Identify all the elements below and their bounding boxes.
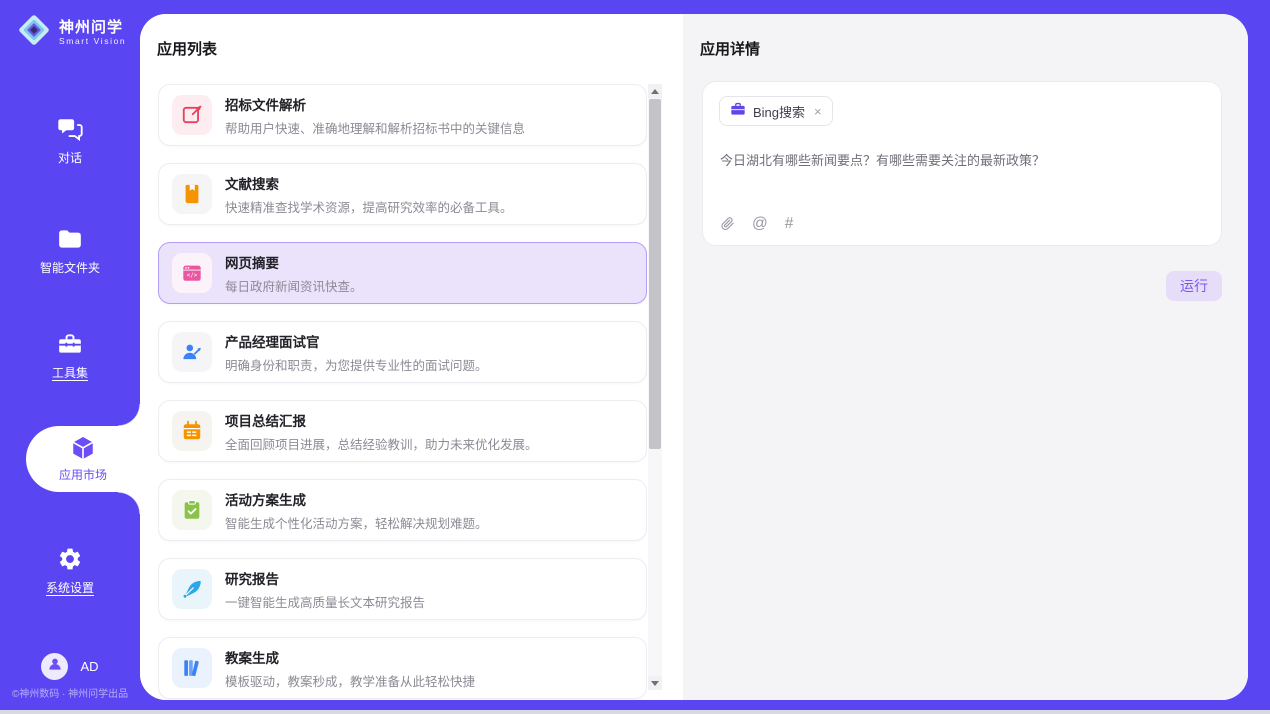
app-list-title: 应用列表	[157, 38, 217, 59]
app-card-desc: 智能生成个性化活动方案，轻松解决规划难题。	[225, 513, 488, 532]
gear-icon	[57, 546, 83, 572]
clipboard-check-icon	[172, 490, 212, 530]
tab-curve-top	[118, 404, 140, 426]
sidebar: 神州问学 Smart Vision 对话 智能文件夹 工具集 应用市场 系统设置…	[0, 0, 140, 710]
at-icon[interactable]: @	[752, 216, 768, 232]
user-account[interactable]: AD	[0, 653, 140, 680]
scroll-down-button[interactable]	[648, 676, 662, 690]
scrollbar	[648, 84, 662, 690]
app-card-title: 招标文件解析	[225, 94, 525, 114]
app-card-desc: 快速精准查找学术资源，提高研究效率的必备工具。	[225, 197, 513, 216]
window-edge	[0, 710, 1270, 714]
interviewer-icon	[172, 332, 212, 372]
app-card-literature-search[interactable]: 文献搜索 快速精准查找学术资源，提高研究效率的必备工具。	[158, 163, 647, 225]
app-card-desc: 每日政府新闻资讯快查。	[225, 276, 363, 295]
paperclip-icon[interactable]	[720, 215, 735, 232]
app-card-desc: 明确身份和职责，为您提供专业性的面试问题。	[225, 355, 488, 374]
app-detail-title: 应用详情	[700, 38, 760, 59]
user-name: AD	[80, 659, 98, 674]
app-card-project-summary[interactable]: 项目总结汇报 全面回顾项目进展，总结经验教训，助力未来优化发展。	[158, 400, 647, 462]
app-card-pm-interviewer[interactable]: 产品经理面试官 明确身份和职责，为您提供专业性的面试问题。	[158, 321, 647, 383]
app-card-list: 招标文件解析 帮助用户快速、准确地理解和解析招标书中的关键信息 文献搜索 快速精…	[158, 84, 647, 700]
main-content: 应用列表 招标文件解析 帮助用户快速、准确地理解和解析招标书中的关键信息 文献搜…	[140, 14, 1248, 700]
app-card-desc: 模板驱动，教案秒成，教学准备从此轻松快捷	[225, 671, 475, 690]
sidebar-item-chat[interactable]: 对话	[0, 116, 140, 166]
app-window: 神州问学 Smart Vision 对话 智能文件夹 工具集 应用市场 系统设置…	[0, 0, 1270, 714]
app-card-research-report[interactable]: 研究报告 一键智能生成高质量长文本研究报告	[158, 558, 647, 620]
sidebar-item-app-market[interactable]: 应用市场	[26, 426, 140, 492]
app-card-title: 产品经理面试官	[225, 331, 488, 351]
scroll-up-button[interactable]	[648, 84, 662, 98]
toolbox-icon	[57, 331, 83, 357]
avatar	[41, 653, 68, 680]
chat-icon	[57, 116, 83, 142]
app-card-title: 项目总结汇报	[225, 410, 538, 430]
app-list-panel: 应用列表 招标文件解析 帮助用户快速、准确地理解和解析招标书中的关键信息 文献搜…	[140, 14, 683, 700]
prompt-input[interactable]: 今日湖北有哪些新闻要点？有哪些需要关注的最新政策？	[720, 152, 1201, 170]
copyright-text: ©神州数码 · 神州问学出品	[0, 685, 140, 700]
sidebar-item-label: 工具集	[52, 364, 88, 381]
tab-curve-bottom	[118, 492, 140, 514]
app-card-title: 研究报告	[225, 568, 425, 588]
sidebar-item-label: 应用市场	[59, 466, 107, 483]
app-card-title: 教案生成	[225, 647, 475, 667]
tool-tag-label: Bing搜索	[753, 102, 805, 121]
app-card-bid-parse[interactable]: 招标文件解析 帮助用户快速、准确地理解和解析招标书中的关键信息	[158, 84, 647, 146]
browser-code-icon: </>	[172, 253, 212, 293]
books-icon	[172, 648, 212, 688]
pen-square-icon	[172, 95, 212, 135]
sidebar-item-smart-folder[interactable]: 智能文件夹	[0, 226, 140, 276]
run-button[interactable]: 运行	[1166, 271, 1222, 301]
sidebar-item-toolset[interactable]: 工具集	[0, 331, 140, 381]
tool-tag-bing-search[interactable]: Bing搜索 ×	[719, 96, 833, 126]
folder-icon	[57, 226, 83, 252]
calendar-icon	[172, 411, 212, 451]
sidebar-item-label: 对话	[58, 149, 82, 166]
app-card-desc: 帮助用户快速、准确地理解和解析招标书中的关键信息	[225, 118, 525, 137]
app-card-desc: 一键智能生成高质量长文本研究报告	[225, 592, 425, 611]
cube-icon	[70, 435, 96, 461]
app-card-web-digest[interactable]: </> 网页摘要 每日政府新闻资讯快查。	[158, 242, 647, 304]
triangle-down-icon	[651, 681, 659, 686]
app-detail-panel: 应用详情 Bing搜索 × 今日湖北有哪些新闻要点？有哪些需要关注的最新政策？ …	[683, 14, 1248, 700]
sidebar-item-label: 系统设置	[46, 579, 94, 596]
svg-text:</>: </>	[187, 272, 198, 279]
app-card-desc: 全面回顾项目进展，总结经验教训，助力未来优化发展。	[225, 434, 538, 453]
quill-icon	[172, 569, 212, 609]
triangle-up-icon	[651, 89, 659, 94]
prompt-toolbar: @ #	[720, 215, 793, 232]
sidebar-item-label: 智能文件夹	[40, 259, 100, 276]
briefcase-icon	[730, 101, 746, 122]
app-card-title: 网页摘要	[225, 252, 363, 272]
book-icon	[172, 174, 212, 214]
hash-icon[interactable]: #	[785, 216, 794, 232]
app-card-title: 文献搜索	[225, 173, 513, 193]
scrollbar-thumb[interactable]	[649, 99, 661, 449]
app-card-event-plan[interactable]: 活动方案生成 智能生成个性化活动方案，轻松解决规划难题。	[158, 479, 647, 541]
sidebar-nav: 对话 智能文件夹 工具集 应用市场 系统设置	[0, 0, 140, 710]
app-card-lesson-plan[interactable]: 教案生成 模板驱动，教案秒成，教学准备从此轻松快捷	[158, 637, 647, 699]
tag-close-icon[interactable]: ×	[814, 104, 822, 119]
sidebar-item-settings[interactable]: 系统设置	[0, 546, 140, 596]
person-icon	[47, 656, 63, 677]
prompt-card: Bing搜索 × 今日湖北有哪些新闻要点？有哪些需要关注的最新政策？ @ #	[702, 81, 1222, 246]
app-card-title: 活动方案生成	[225, 489, 488, 509]
